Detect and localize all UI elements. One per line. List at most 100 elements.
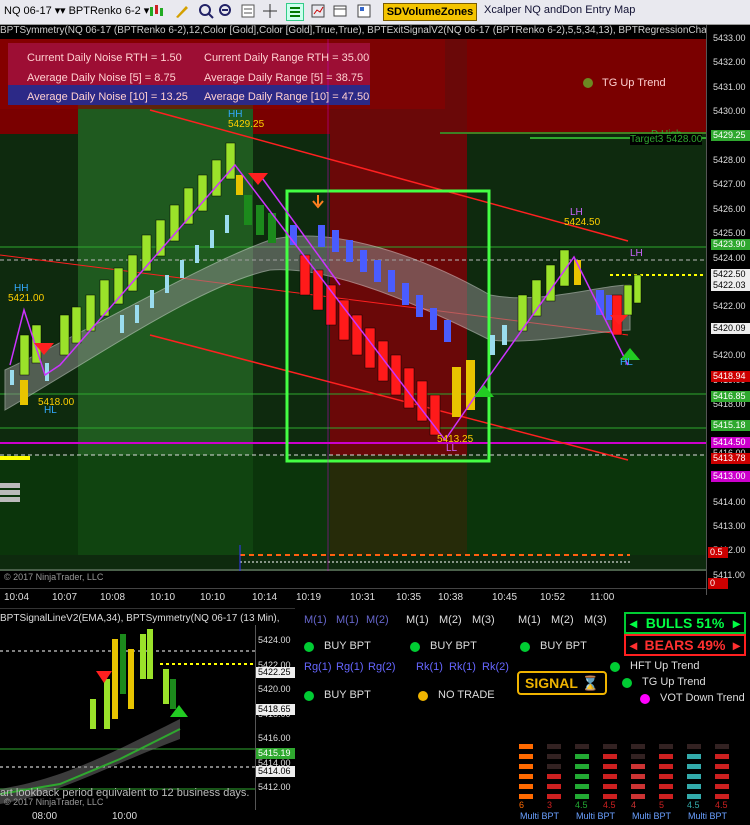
xcalper-button[interactable]: Xcalper NQ and <box>484 4 562 16</box>
buy-dot-2 <box>410 642 420 652</box>
meter-segment <box>631 764 645 769</box>
draw-tool-icon[interactable] <box>174 3 190 19</box>
price-marker: 5416.85 <box>711 391 750 402</box>
copyright: © 2017 NinjaTrader, LLC <box>4 572 104 582</box>
ll-label: LL <box>446 443 458 454</box>
data-box-icon[interactable] <box>332 3 348 19</box>
buy-dot-4 <box>304 691 314 701</box>
don-entry-map-button[interactable]: Don Entry Map <box>562 4 635 16</box>
meter-segment <box>715 794 729 799</box>
m-row-b-2: M(2) <box>439 614 462 626</box>
meter-segment <box>603 784 617 789</box>
meter-segment <box>659 744 673 749</box>
meter-segment <box>575 784 589 789</box>
price-marker: 5423.90 <box>711 239 750 250</box>
time-tick: 11:00 <box>590 592 615 603</box>
template-icon[interactable] <box>356 3 372 19</box>
time-tick: 10:19 <box>296 592 322 603</box>
price-axis[interactable]: 5433.005432.005431.005430.005429.005428.… <box>706 25 750 595</box>
meter-segment <box>659 754 673 759</box>
meter-segment <box>603 794 617 799</box>
time-tick: 10:07 <box>52 592 78 603</box>
price-tick: 5414.00 <box>713 496 746 507</box>
meter-segment <box>519 794 533 799</box>
meter-segment <box>659 794 673 799</box>
bulls-label: BULLS 51% <box>645 615 725 631</box>
instrument-selector[interactable]: NQ 06-17 ▾ <box>4 4 60 17</box>
meter-segment <box>547 784 561 789</box>
current-noise: Current Daily Noise RTH = 1.50 <box>27 52 182 64</box>
m-row-c-2: M(2) <box>551 614 574 626</box>
bar-style-icon[interactable] <box>148 3 164 19</box>
properties-icon[interactable] <box>240 3 256 19</box>
time-tick: 10:10 <box>200 592 226 603</box>
meter-segment <box>687 784 701 789</box>
bar-type-selector[interactable]: ▾ BPTRenko 6-2 ▾ <box>60 4 149 17</box>
sd-volume-zones-button[interactable]: SDVolumeZones <box>383 3 477 21</box>
rk-2: Rk(1) <box>449 661 476 673</box>
sub-price-marker: 5422.25 <box>256 667 295 678</box>
time-tick: 10:45 <box>492 592 518 603</box>
time-tick: 10:52 <box>540 592 566 603</box>
meter-segment <box>603 774 617 779</box>
meter-segment <box>631 784 645 789</box>
meter-segment <box>575 754 589 759</box>
price-marker: 5420.09 <box>711 323 750 334</box>
m-row-c-3: M(3) <box>584 614 607 626</box>
indicators-icon[interactable] <box>286 3 304 21</box>
meter-label: Multi BPT <box>632 811 672 821</box>
price-tick: 5433.00 <box>713 33 746 43</box>
signal-button[interactable]: SIGNAL ⌛ <box>517 671 607 695</box>
price-tick: 5432.00 <box>713 57 746 68</box>
subpanel-val-2: 0 <box>708 578 728 589</box>
crosshair-icon[interactable] <box>262 3 278 19</box>
time-tick: 10:10 <box>150 592 176 603</box>
sub-price-tick: 5416.00 <box>258 733 291 743</box>
meter-label: Multi BPT <box>520 811 560 821</box>
sub-price-marker: 5414.06 <box>256 766 295 777</box>
meter-segment <box>519 744 533 749</box>
time-axis[interactable]: 10:04 10:07 10:08 10:10 10:10 10:14 10:19 10:31… <box>0 588 706 607</box>
time-tick: 10:31 <box>350 592 376 603</box>
meter-segment <box>631 754 645 759</box>
zoom-icon[interactable] <box>198 3 214 19</box>
sub-chart[interactable]: BPTSignalLineV2(EMA,34), BPTSymmetry(NQ … <box>0 608 295 825</box>
meter-segment <box>547 794 561 799</box>
m-row-a-3: M(2) <box>366 614 389 626</box>
signal-dashboard: M(1) M(1) M(2) M(1) M(2) M(3) M(1) M(2) … <box>296 608 750 824</box>
rk-3: Rk(2) <box>482 661 509 673</box>
lh2-label: LH <box>630 248 643 259</box>
meter-value: 6 <box>519 800 525 810</box>
meter-segment <box>715 764 729 769</box>
chart-toolbar: NQ 06-17 ▾ ▾ BPTRenko 6-2 ▾ SDVolumeZone… <box>0 0 750 25</box>
bears-meter: ◂ BEARS 49% ▸ <box>624 634 746 656</box>
price-tick: 5426.00 <box>713 203 746 214</box>
zoom-out-icon[interactable] <box>218 3 234 19</box>
meter-segment <box>519 774 533 779</box>
lh-label: LH <box>570 207 583 218</box>
meter-segment <box>575 764 589 769</box>
hft-dot <box>610 662 620 672</box>
bears-label: BEARS 49% <box>644 637 726 653</box>
price-tick: 5428.00 <box>713 155 746 165</box>
sub-price-marker: 5415.19 <box>256 748 295 759</box>
meter-segment <box>519 764 533 769</box>
meter-value: 4 <box>631 800 637 810</box>
rg-3: Rg(2) <box>368 661 396 673</box>
buy-dot-1 <box>304 642 314 652</box>
m-row-a-2: M(1) <box>336 614 359 626</box>
hft-label: HFT Up Trend <box>630 660 700 672</box>
buy-bpt-3: BUY BPT <box>540 640 587 652</box>
strategies-icon[interactable] <box>310 3 326 19</box>
sub-price-tick: 5420.00 <box>258 684 291 694</box>
m-row-a-1: M(1) <box>304 614 327 626</box>
meter-segment <box>631 794 645 799</box>
meter-segment <box>603 754 617 759</box>
tg-dot <box>622 678 632 688</box>
main-price-chart[interactable] <box>0 25 706 587</box>
meter-segment <box>715 744 729 749</box>
meter-segment <box>715 774 729 779</box>
no-trade-label: NO TRADE <box>438 689 495 701</box>
sub-copyright: © 2017 NinjaTrader, LLC <box>4 797 104 807</box>
sub-price-axis[interactable]: 5424.005422.005420.005418.005416.005414.… <box>255 625 295 810</box>
